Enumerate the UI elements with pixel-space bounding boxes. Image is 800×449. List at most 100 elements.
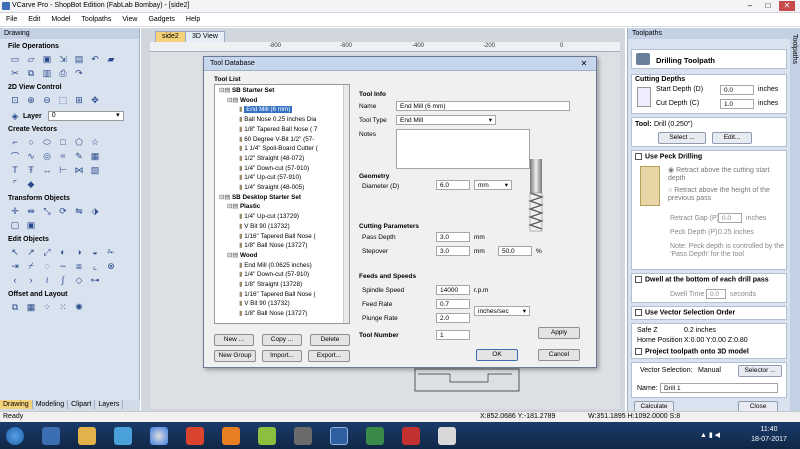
array-copy-icon[interactable]: ⁘: [41, 301, 53, 313]
cancel-button[interactable]: Cancel: [538, 349, 580, 361]
tool-group[interactable]: ⊟▤ Wood: [227, 97, 257, 104]
tab-modeling[interactable]: Modeling: [33, 400, 69, 409]
zoom-out-icon[interactable]: ⊖: [41, 94, 53, 106]
close-icon[interactable]: ✕: [576, 59, 592, 69]
folder-icon[interactable]: ▰: [105, 53, 117, 65]
menu-edit[interactable]: Edit: [22, 13, 45, 23]
align-icon[interactable]: ⇹: [25, 205, 37, 217]
trace-bitmap-icon[interactable]: ▧: [89, 164, 101, 176]
notes-textarea[interactable]: [396, 129, 530, 169]
tool-list-tree[interactable]: ⊟▤ SB Starter Set ⊟▤ Wood ▮ End Mill (6 mm…: [214, 84, 350, 324]
break-icon[interactable]: ⌿: [25, 260, 37, 272]
mark-icon[interactable]: ⊗: [105, 260, 117, 272]
polygon-icon[interactable]: ⬠: [73, 136, 85, 148]
maximize-button[interactable]: □: [760, 1, 776, 11]
tool-item[interactable]: ▮ 60 Degree V-Bit 1/2" (57-: [239, 136, 314, 143]
retract-start-radio[interactable]: ◉ Retract above the cutting start depth: [668, 167, 784, 183]
vector-order-checkbox[interactable]: Use Vector Selection Order: [635, 309, 735, 316]
wave-icon[interactable]: ≈: [57, 150, 69, 162]
tool-group[interactable]: ⊟▤ Plastic: [227, 203, 260, 210]
tool-item[interactable]: ▮ End Mill (0.0625 inches): [239, 262, 312, 269]
freehand-icon[interactable]: ✎: [73, 150, 85, 162]
circle-icon[interactable]: ○: [25, 136, 37, 148]
app-icon-darkgreen[interactable]: [366, 427, 384, 445]
interactive-transform-icon[interactable]: ⤢: [41, 246, 53, 258]
save-icon[interactable]: ▣: [41, 53, 53, 65]
new-group-button[interactable]: New Group: [214, 350, 256, 362]
menu-view[interactable]: View: [116, 13, 142, 23]
tool-item[interactable]: ▮ 1/16" Tapered Ball Nose (: [239, 233, 316, 240]
tab-3d-view[interactable]: 3D View: [185, 31, 225, 42]
media-player-icon[interactable]: [114, 427, 132, 445]
stepover-percent-input[interactable]: 50.0: [498, 246, 532, 256]
open-file-icon[interactable]: ▱: [25, 53, 37, 65]
pass-depth-input[interactable]: 3.0: [436, 232, 470, 242]
tool-item[interactable]: ▮ 1/8" Ball Nose (13727): [239, 310, 307, 317]
new-file-icon[interactable]: ▭: [9, 53, 21, 65]
tab-side2[interactable]: side2: [155, 31, 186, 42]
nest-icon[interactable]: ▦: [25, 301, 37, 313]
menu-help[interactable]: Help: [180, 13, 205, 23]
tool-item[interactable]: ▮ 1/2" Straight (48-072): [239, 155, 304, 162]
app-icon-gray[interactable]: [294, 427, 312, 445]
app-icon-orange[interactable]: [186, 427, 204, 445]
pan-icon[interactable]: ✥: [89, 94, 101, 106]
import-bitmap-icon[interactable]: ▤: [73, 53, 85, 65]
node-icon[interactable]: ◆: [25, 178, 37, 190]
select-tool-button[interactable]: Select ...: [658, 132, 706, 144]
text-icon[interactable]: T: [9, 164, 21, 176]
vcarve-taskbar-icon[interactable]: [330, 427, 348, 445]
tool-item[interactable]: ▮ V Bit 90 (13732): [239, 300, 290, 307]
app-icon-light[interactable]: [438, 427, 456, 445]
tool-item[interactable]: ▮ 1/16" Tapered Ball Nose (: [239, 291, 316, 298]
acrobat-icon[interactable]: [402, 427, 420, 445]
rate-unit-select[interactable]: inches/sec ▾: [474, 306, 530, 316]
tool-type-select[interactable]: End Mill ▾: [396, 115, 496, 125]
ie-icon[interactable]: [42, 427, 60, 445]
copy-icon[interactable]: ⧉: [25, 67, 37, 79]
menu-gadgets[interactable]: Gadgets: [142, 13, 179, 23]
import-vectors-icon[interactable]: ⇲: [57, 53, 69, 65]
curve-fit-icon[interactable]: ≀: [41, 274, 53, 286]
print-icon[interactable]: ⎙: [57, 67, 69, 79]
tool-item[interactable]: ▮ Ball Nose 0.25 inches Dia: [239, 116, 316, 123]
apply-button[interactable]: Apply: [538, 327, 580, 339]
chevron-right-icon[interactable]: ›: [25, 274, 37, 286]
tool-item[interactable]: ▮ End Mill (6 mm): [239, 106, 293, 114]
paste-icon[interactable]: ▥: [41, 67, 53, 79]
app-icon-yellow[interactable]: [222, 427, 240, 445]
stepover-input[interactable]: 3.0: [436, 246, 470, 256]
selector-button[interactable]: Selector ...: [738, 365, 782, 377]
diameter-input[interactable]: 6.0: [436, 180, 470, 190]
redo-icon[interactable]: ↷: [73, 67, 85, 79]
tool-number-input[interactable]: 1: [436, 330, 470, 340]
move-icon[interactable]: ✛: [9, 205, 21, 217]
retract-previous-radio[interactable]: ○ Retract above the height of the previo…: [668, 187, 784, 203]
layer-select[interactable]: 0 ▾: [47, 111, 124, 121]
menu-toolpaths[interactable]: Toolpaths: [75, 13, 116, 23]
rectangle-icon[interactable]: □: [57, 136, 69, 148]
tool-item[interactable]: ▮ 1/4" Down-cut (57-910): [239, 165, 309, 172]
offset-icon[interactable]: ⧈: [73, 260, 85, 272]
spindle-speed-input[interactable]: 14000: [436, 285, 470, 295]
start-button[interactable]: [6, 427, 24, 445]
smooth-icon[interactable]: ∼: [57, 260, 69, 272]
rotate-icon[interactable]: ⟳: [57, 205, 69, 217]
zoom-box-icon[interactable]: ⊡: [9, 94, 21, 106]
dwell-time-input[interactable]: 0.0: [706, 289, 726, 299]
curve-icon[interactable]: ∿: [25, 150, 37, 162]
distort-icon[interactable]: ⬗: [89, 205, 101, 217]
spiral-icon[interactable]: ◎: [41, 150, 53, 162]
tool-item[interactable]: ▮ V Bit 90 (13732): [239, 223, 290, 230]
delete-tool-button[interactable]: Delete: [310, 334, 350, 346]
minimize-button[interactable]: –: [742, 1, 758, 11]
polyline-icon[interactable]: ⌐: [9, 136, 21, 148]
tool-item[interactable]: ▮ 1/4" Straight (48-005): [239, 184, 304, 191]
import-button[interactable]: Import...: [262, 350, 302, 362]
star-icon[interactable]: ☆: [89, 136, 101, 148]
retract-gap-input[interactable]: 0.0: [718, 213, 742, 223]
app-icon-green[interactable]: [258, 427, 276, 445]
tool-item[interactable]: ▮ 1/4" Up-cut (57-910): [239, 174, 301, 181]
fillet-edit-icon[interactable]: ⌞: [89, 260, 101, 272]
menu-file[interactable]: File: [0, 13, 22, 23]
